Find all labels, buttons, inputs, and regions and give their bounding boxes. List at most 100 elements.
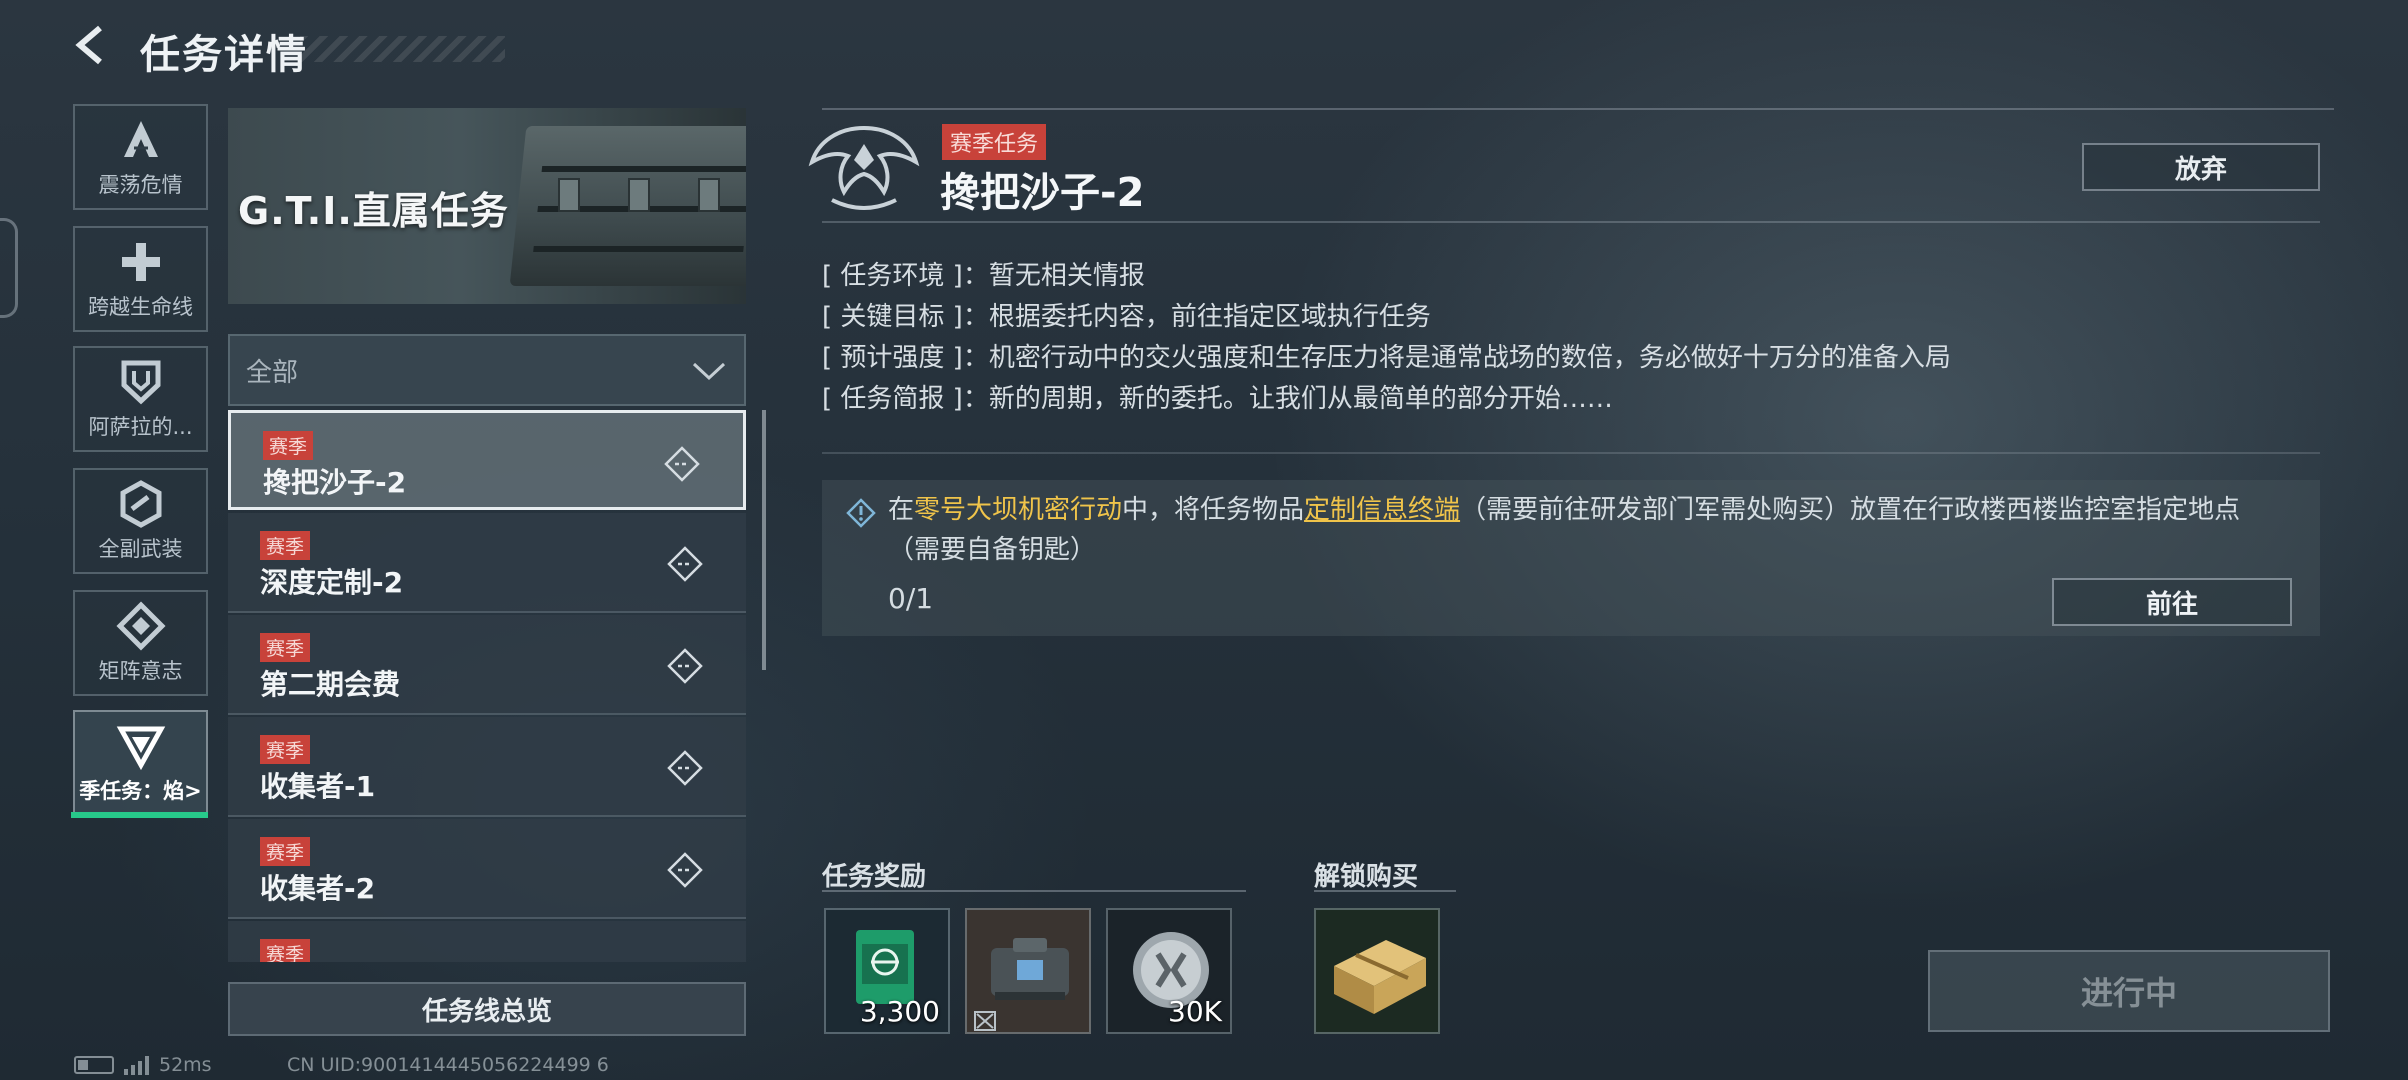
category-label: 矩阵意志 [98, 659, 183, 683]
cross-icon [121, 243, 160, 281]
info-value: 暂无相关情报 [988, 261, 1145, 291]
rewards-title: 任务奖励 [822, 862, 927, 892]
mission-name: 收集者-2 [260, 872, 376, 905]
mission-item-4[interactable]: 赛季 收集者-2 [228, 819, 746, 919]
category-tab-4[interactable]: 矩阵意志 [73, 590, 208, 696]
mission-info-list: [ 任务环境 ]：暂无相关情报 [ 关键目标 ]：根据委托内容，前往指定区域执行… [822, 256, 1951, 420]
page-title: 任务详情 [140, 32, 308, 78]
season-badge: 赛季 [260, 837, 311, 866]
category-label: 全副武装 [98, 537, 183, 561]
in-progress-button: 进行中 [1928, 950, 2330, 1032]
back-arrow-icon [75, 25, 102, 65]
mission-diamond-icon [667, 648, 703, 684]
title-decoration [300, 36, 505, 62]
filter-value: 全部 [246, 357, 299, 388]
info-key: [ 关键目标 ] [822, 302, 963, 332]
crate-latch [698, 178, 720, 212]
detail-divider [822, 221, 2320, 223]
reward-slot-2[interactable]: 30K [1106, 908, 1232, 1034]
mission-item-3[interactable]: 赛季 收集者-1 [228, 717, 746, 817]
shield-icon [121, 360, 160, 405]
mission-line-overview-button[interactable]: 任务线总览 [228, 982, 746, 1036]
abandon-button[interactable]: 放弃 [2082, 143, 2320, 191]
unlock-divider [1314, 890, 1456, 892]
objective-panel: 在零号大坝机密行动中，将任务物品定制信息终端（需要前往研发部门军需处购买）放置在… [822, 480, 2320, 636]
uid-text: CN UID:9001414445056224499 6 [287, 1054, 609, 1076]
objective-location: 零号大坝机密行动 [914, 495, 1123, 525]
category-tab-5[interactable]: 季任务：焰> [73, 710, 208, 816]
side-drawer-handle[interactable] [0, 218, 18, 318]
eagle-emblem-icon [808, 125, 920, 210]
unlock-title: 解锁购买 [1314, 862, 1419, 892]
rewards-divider [822, 890, 1246, 892]
active-tab-indicator [71, 812, 208, 818]
season-mission-badge: 赛季任务 [942, 124, 1047, 160]
reward-slot-1[interactable] [965, 908, 1091, 1034]
mission-title: 搀把沙子-2 [940, 170, 1145, 216]
category-label: 跨越生命线 [88, 295, 193, 319]
mission-diamond-icon [667, 546, 703, 582]
mission-name: 搀把沙子-2 [263, 466, 407, 499]
crate-latch [628, 178, 650, 212]
season-badge: 赛季 [260, 735, 311, 764]
category-label: 阿萨拉的... [88, 415, 193, 439]
backpack-icon [974, 938, 1069, 1031]
chevron-triangle-icon [116, 726, 165, 771]
category-tab-0[interactable]: 震荡危情 [73, 104, 208, 210]
mission-name: 第二期会费 [260, 668, 401, 701]
category-tab-1[interactable]: 跨越生命线 [73, 226, 208, 332]
objective-item-link[interactable]: 定制信息终端 [1304, 495, 1460, 525]
diamond-icon [115, 601, 166, 651]
reward-quantity: 30K [1168, 995, 1222, 1028]
mission-diamond-icon [667, 750, 703, 786]
unlock-slot-0[interactable] [1314, 908, 1440, 1034]
mission-filter-dropdown[interactable]: 全部 [228, 334, 746, 406]
info-key: [ 任务环境 ] [822, 261, 963, 291]
detail-top-divider [822, 108, 2334, 110]
signal-icon [124, 1055, 149, 1075]
mission-list-scrollbar[interactable] [762, 410, 766, 670]
info-value: 新的周期，新的委托。让我们从最简单的部分开始…… [988, 384, 1613, 414]
category-label: 震荡危情 [98, 173, 183, 197]
objective-text-part: 中，将任务物品 [1122, 495, 1305, 525]
info-row-environment: [ 任务环境 ]：暂无相关情报 [822, 261, 1145, 291]
crate-latch [558, 178, 580, 212]
objective-divider [822, 452, 2320, 454]
mission-list[interactable]: 赛季 搀把沙子-2 赛季 深度定制-2 赛季 第二期会费 赛季 收集者-1 赛季… [228, 410, 746, 962]
battery-icon [74, 1056, 114, 1074]
info-diamond-icon [846, 498, 876, 528]
info-row-key-objective: [ 关键目标 ]：根据委托内容，前往指定区域执行任务 [822, 302, 1431, 332]
season-badge: 赛季 [260, 633, 311, 662]
reward-slot-0[interactable]: 3,300 [824, 908, 950, 1034]
status-bar: 52ms [74, 1054, 212, 1076]
info-key: [ 任务简报 ] [822, 384, 963, 414]
category-tab-2[interactable]: 阿萨拉的... [73, 346, 208, 452]
mission-line-banner: G.T.I.直属任务 [228, 108, 746, 304]
hexagon-icon [120, 480, 161, 528]
mission-item-0[interactable]: 赛季 搀把沙子-2 [228, 410, 746, 510]
chevron-down-icon [692, 362, 726, 381]
back-button[interactable] [70, 22, 120, 72]
mission-item-1[interactable]: 赛季 深度定制-2 [228, 513, 746, 613]
go-button[interactable]: 前往 [2052, 578, 2292, 626]
ping-text: 52ms [159, 1054, 212, 1076]
info-value: 机密行动中的交火强度和生存压力将是通常战场的数倍，务必做好十万分的准备入局 [988, 343, 1951, 373]
season-badge: 赛季 [260, 531, 311, 560]
info-key: [ 预计强度 ] [822, 343, 963, 373]
mission-item-5[interactable]: 赛季 [228, 921, 746, 962]
info-row-briefing: [ 任务简报 ]：新的周期，新的委托。让我们从最简单的部分开始…… [822, 384, 1613, 414]
banner-title: G.T.I.直属任务 [238, 189, 509, 233]
mission-name: 收集者-1 [260, 770, 376, 803]
objective-progress: 0/1 [888, 582, 934, 615]
mission-diamond-icon [664, 446, 700, 482]
season-badge: 赛季 [263, 431, 314, 460]
gold-crate-icon [1334, 940, 1426, 1014]
objective-text-part: 在 [888, 495, 915, 525]
info-value: 根据委托内容，前往指定区域执行任务 [988, 302, 1431, 332]
mission-item-2[interactable]: 赛季 第二期会费 [228, 615, 746, 715]
mission-diamond-icon [667, 852, 703, 888]
category-tab-3[interactable]: 全副武装 [73, 468, 208, 574]
objective-text: 在零号大坝机密行动中，将任务物品定制信息终端（需要前往研发部门军需处购买）放置在… [888, 490, 2288, 570]
season-badge: 赛季 [260, 939, 311, 962]
category-label: 季任务：焰> [79, 779, 202, 803]
